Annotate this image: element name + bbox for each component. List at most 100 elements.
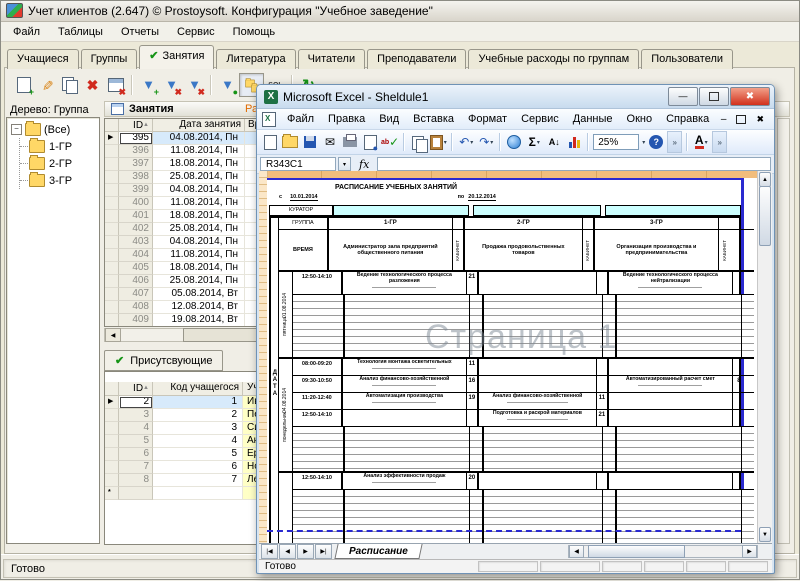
- sheet-tab[interactable]: Расписание: [334, 544, 422, 559]
- tab[interactable]: ✔Пользователи: [641, 49, 733, 69]
- zoom-select[interactable]: 25%: [593, 134, 639, 150]
- tree-item[interactable]: 1-ГР: [20, 138, 99, 155]
- name-box[interactable]: R343C1: [260, 157, 336, 171]
- toolbar-options-icon[interactable]: »: [712, 131, 727, 153]
- tree-root[interactable]: − (Все): [7, 121, 99, 138]
- menu-item[interactable]: Правка: [321, 111, 372, 127]
- formula-input[interactable]: [377, 157, 771, 171]
- fx-icon[interactable]: fx: [353, 158, 375, 171]
- workbook-minimize-icon[interactable]: –: [721, 114, 727, 125]
- filter-remove-icon[interactable]: ▼✖: [160, 74, 183, 96]
- menu-item[interactable]: Помощь: [224, 24, 285, 40]
- app-title: Учет клиентов (2.647) © Prostoysoft. Кон…: [28, 4, 433, 18]
- menu-item[interactable]: Таблицы: [49, 24, 112, 40]
- menu-item[interactable]: Формат: [461, 111, 514, 127]
- schedule-period: с 10.01.2014 по 20.12.2014: [269, 193, 741, 202]
- column-header-id[interactable]: ID▲: [119, 382, 153, 396]
- tab[interactable]: ✔Преподаватели: [367, 49, 466, 69]
- print-preview-icon[interactable]: ●: [361, 132, 379, 152]
- sheet-vscrollbar[interactable]: ▲ ▼: [757, 171, 772, 543]
- menu-item[interactable]: Отчеты: [112, 24, 168, 40]
- tree-item[interactable]: 2-ГР: [20, 155, 99, 172]
- check-icon: ✔: [149, 50, 158, 62]
- scroll-right-icon[interactable]: ▶: [742, 545, 757, 558]
- app-menubar: ФайлТаблицыОтчетыСервисПомощь: [0, 22, 800, 42]
- menu-item[interactable]: Вид: [372, 111, 406, 127]
- scroll-left-icon[interactable]: ◀: [569, 545, 584, 558]
- next-sheet-icon[interactable]: ▶: [297, 544, 314, 559]
- workbook-restore-icon[interactable]: [736, 115, 746, 124]
- delete-record-icon[interactable]: ✖: [81, 74, 104, 96]
- font-color-icon[interactable]: А▾: [692, 132, 710, 152]
- menu-item[interactable]: Сервис: [168, 24, 224, 40]
- copy-record-icon[interactable]: [58, 74, 81, 96]
- menu-item[interactable]: Окно: [620, 111, 660, 127]
- paste-icon[interactable]: ▾: [429, 132, 447, 152]
- print-icon[interactable]: [341, 132, 359, 152]
- tab[interactable]: ✔Учебные расходы по группам: [468, 49, 639, 69]
- filter-view-icon[interactable]: ▼●: [216, 74, 239, 96]
- open-icon[interactable]: [281, 132, 299, 152]
- chart-icon[interactable]: [565, 132, 583, 152]
- filter-clear-icon[interactable]: ▼✖: [183, 74, 206, 96]
- first-sheet-icon[interactable]: |◀: [261, 544, 278, 559]
- tab[interactable]: ✔Учащиеся: [7, 49, 79, 69]
- add-record-icon[interactable]: +: [12, 74, 35, 96]
- menu-item[interactable]: Вставка: [406, 111, 461, 127]
- column-header-id[interactable]: ID▲: [119, 119, 153, 132]
- scroll-thumb[interactable]: [759, 186, 771, 246]
- menu-item[interactable]: Сервис: [514, 111, 566, 127]
- delete-table-icon[interactable]: ✖: [104, 74, 127, 96]
- tree-item[interactable]: 3-ГР: [20, 172, 99, 189]
- menu-item[interactable]: Файл: [4, 24, 49, 40]
- edit-record-icon[interactable]: ✎: [35, 74, 58, 96]
- redo-icon[interactable]: ↷▾: [477, 132, 495, 152]
- autosum-icon[interactable]: Σ▾: [525, 132, 543, 152]
- toolbar-separator: [499, 133, 501, 151]
- zoom-dropdown-icon[interactable]: ▾: [642, 139, 645, 146]
- menu-item[interactable]: Справка: [659, 111, 716, 127]
- spelling-icon[interactable]: ab✓: [381, 132, 399, 152]
- mail-icon[interactable]: ✉: [321, 132, 339, 152]
- sheet-canvas[interactable]: РАСПИСАНИЕ УЧЕБНЫХ ЗАНЯТИЙ с 10.01.2014 …: [267, 178, 758, 543]
- scroll-down-icon[interactable]: ▼: [759, 527, 771, 542]
- sort-asc-icon: ▲: [143, 385, 149, 391]
- lesson-row: 11:20-12:40 Автоматизация производства 1…: [293, 393, 754, 410]
- undo-icon[interactable]: ↶▾: [457, 132, 475, 152]
- scroll-thumb[interactable]: [588, 545, 685, 558]
- maximize-button[interactable]: [699, 87, 729, 106]
- sheet-area: РАСПИСАНИЕ УЧЕБНЫХ ЗАНЯТИЙ с 10.01.2014 …: [259, 171, 772, 543]
- last-sheet-icon[interactable]: ▶|: [315, 544, 332, 559]
- minimize-button[interactable]: —: [668, 87, 698, 106]
- help-icon[interactable]: ?: [647, 132, 665, 152]
- group-tree: − (Все) 1-ГР 2-ГР 3-ГР: [6, 117, 100, 544]
- copy-icon[interactable]: [409, 132, 427, 152]
- scroll-left-icon[interactable]: ◀: [105, 328, 121, 342]
- column-header-date[interactable]: Дата занятия: [153, 119, 245, 132]
- menu-item[interactable]: Данные: [566, 111, 620, 127]
- tab[interactable]: ✔Литература: [216, 49, 295, 69]
- sheet-hscrollbar[interactable]: ◀ ▶: [568, 545, 758, 558]
- tab[interactable]: ✔Группы: [81, 49, 138, 69]
- menu-item[interactable]: Файл: [280, 111, 321, 127]
- tab[interactable]: ✔Занятия: [139, 45, 214, 69]
- hyperlink-icon[interactable]: [505, 132, 523, 152]
- tab[interactable]: ✔Читатели: [298, 49, 366, 69]
- scroll-up-icon[interactable]: ▲: [759, 172, 771, 187]
- workbook-close-icon[interactable]: ✖: [756, 114, 764, 125]
- attendees-tab[interactable]: ✔ Присутсвующие: [104, 350, 223, 371]
- sort-asc-icon[interactable]: А↓: [545, 132, 563, 152]
- new-icon[interactable]: [261, 132, 279, 152]
- prev-sheet-icon[interactable]: ◀: [279, 544, 296, 559]
- excel-titlebar[interactable]: X Microsoft Excel - Sheldule1 — ✖: [257, 85, 774, 109]
- lesson-row: 08:00-09:20 Технология монтажа осветител…: [293, 359, 754, 376]
- close-button[interactable]: ✖: [730, 87, 770, 106]
- name-box-dropdown-icon[interactable]: ▾: [338, 157, 351, 171]
- lessons-vscrollbar[interactable]: [777, 118, 790, 544]
- filter-add-icon[interactable]: ▼+: [137, 74, 160, 96]
- save-icon[interactable]: [301, 132, 319, 152]
- toolbar-options-icon[interactable]: »: [667, 131, 682, 153]
- collapse-icon[interactable]: −: [11, 124, 22, 135]
- column-header-code[interactable]: Код учащегося: [153, 382, 243, 396]
- excel-window[interactable]: X Microsoft Excel - Sheldule1 — ✖ ФайлПр…: [256, 84, 775, 574]
